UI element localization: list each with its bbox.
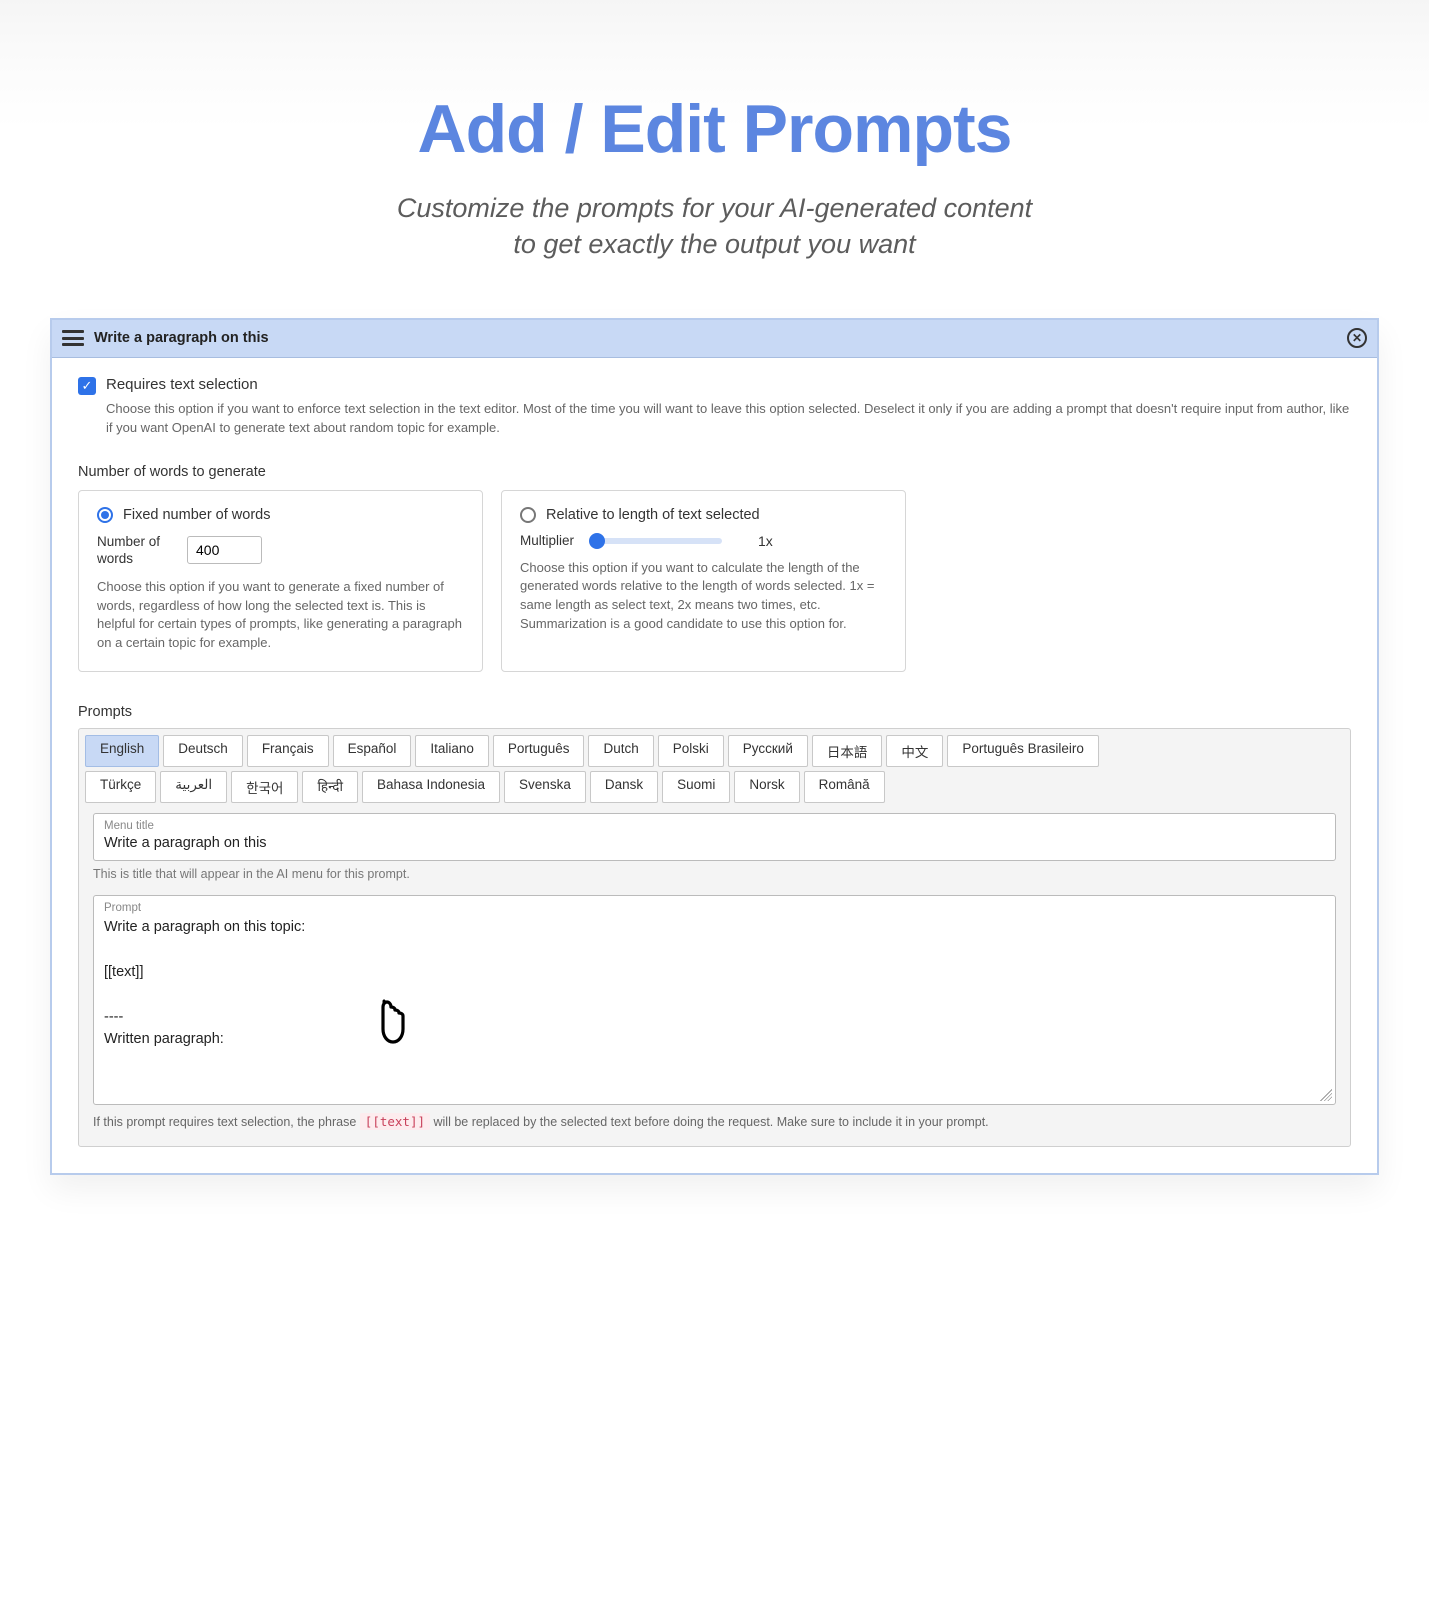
- panel-header: Write a paragraph on this ✕: [52, 320, 1377, 358]
- words-section-label: Number of words to generate: [78, 464, 1351, 480]
- menu-icon[interactable]: [62, 330, 84, 346]
- relative-words-help: Choose this option if you want to calcul…: [520, 559, 887, 634]
- num-words-input[interactable]: [187, 536, 262, 564]
- fixed-words-card: Fixed number of words Number of words Ch…: [78, 490, 483, 672]
- menu-title-field[interactable]: Menu title: [93, 813, 1336, 861]
- multiplier-value: 1x: [758, 533, 773, 549]
- language-tab[interactable]: Norsk: [734, 771, 799, 803]
- language-tabs-row1: EnglishDeutschFrançaisEspañolItalianoPor…: [85, 735, 1344, 767]
- prompt-textarea[interactable]: Write a paragraph on this topic: [[text]…: [104, 916, 1325, 1051]
- fixed-words-radio-label: Fixed number of words: [123, 507, 270, 523]
- language-tab[interactable]: Dansk: [590, 771, 658, 803]
- language-tab[interactable]: Español: [333, 735, 412, 767]
- prompt-label: Prompt: [104, 902, 1325, 914]
- panel-title: Write a paragraph on this: [94, 330, 269, 346]
- language-tab[interactable]: Polski: [658, 735, 724, 767]
- language-tab[interactable]: English: [85, 735, 159, 767]
- language-tab[interactable]: Svenska: [504, 771, 586, 803]
- relative-words-radio-label: Relative to length of text selected: [546, 507, 760, 523]
- fixed-words-radio[interactable]: [97, 507, 113, 523]
- close-icon[interactable]: ✕: [1347, 328, 1367, 348]
- menu-title-label: Menu title: [104, 820, 1325, 832]
- text-token-chip: [[text]]: [360, 1113, 430, 1130]
- language-tab[interactable]: Bahasa Indonesia: [362, 771, 500, 803]
- language-tab[interactable]: हिन्दी: [302, 771, 358, 803]
- num-words-label: Number of words: [97, 533, 175, 568]
- menu-title-help: This is title that will appear in the AI…: [93, 867, 1336, 881]
- language-tab[interactable]: Português Brasileiro: [947, 735, 1099, 767]
- language-tab[interactable]: Русский: [728, 735, 808, 767]
- language-tab[interactable]: 中文: [886, 735, 943, 767]
- prompt-help: If this prompt requires text selection, …: [93, 1113, 1336, 1132]
- menu-title-input[interactable]: [104, 835, 1325, 851]
- language-tab[interactable]: 한국어: [231, 771, 298, 803]
- language-tab[interactable]: Português: [493, 735, 585, 767]
- language-tab[interactable]: Italiano: [415, 735, 489, 767]
- prompt-field[interactable]: Prompt Write a paragraph on this topic: …: [93, 895, 1336, 1105]
- requires-selection-checkbox[interactable]: ✓: [78, 377, 96, 395]
- prompts-box: EnglishDeutschFrançaisEspañolItalianoPor…: [78, 728, 1351, 1147]
- prompts-section-label: Prompts: [78, 704, 1351, 720]
- relative-words-radio[interactable]: [520, 507, 536, 523]
- language-tab[interactable]: Dutch: [588, 735, 653, 767]
- language-tab[interactable]: Türkçe: [85, 771, 156, 803]
- slider-thumb[interactable]: [589, 533, 605, 549]
- fixed-words-help: Choose this option if you want to genera…: [97, 578, 464, 653]
- language-tab[interactable]: Română: [804, 771, 885, 803]
- prompt-editor-panel: Write a paragraph on this ✕ ✓ Requires t…: [50, 318, 1379, 1175]
- requires-selection-help: Choose this option if you want to enforc…: [106, 400, 1351, 438]
- multiplier-label: Multiplier: [520, 533, 574, 548]
- language-tab[interactable]: Deutsch: [163, 735, 243, 767]
- multiplier-slider[interactable]: [592, 538, 722, 544]
- language-tab[interactable]: العربية: [160, 771, 227, 803]
- language-tabs-row2: Türkçeالعربية한국어हिन्दीBahasa IndonesiaSv…: [85, 771, 1344, 803]
- language-tab[interactable]: 日本語: [812, 735, 883, 767]
- language-tab[interactable]: Français: [247, 735, 329, 767]
- page-title: Add / Edit Prompts: [0, 0, 1429, 168]
- page-subtitle: Customize the prompts for your AI-genera…: [0, 190, 1429, 263]
- requires-selection-label: Requires text selection: [106, 376, 258, 393]
- language-tab[interactable]: Suomi: [662, 771, 730, 803]
- resize-handle-icon[interactable]: [1320, 1089, 1332, 1101]
- relative-words-card: Relative to length of text selected Mult…: [501, 490, 906, 672]
